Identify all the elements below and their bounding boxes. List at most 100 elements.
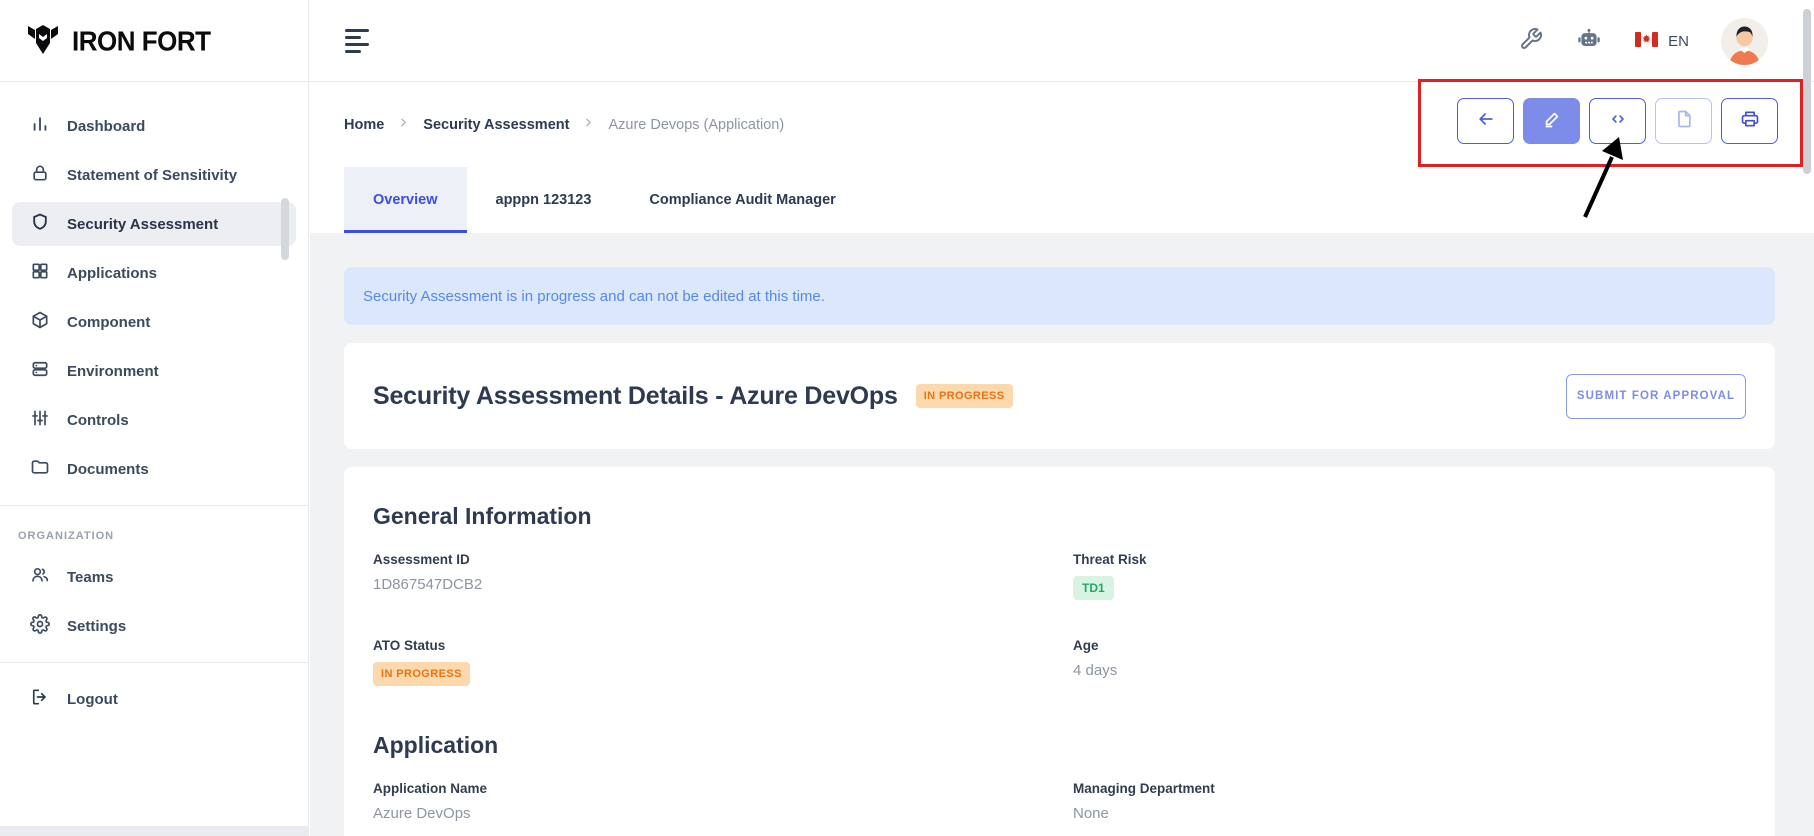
field-value: 1D867547DCB2 [373, 576, 1073, 593]
field-assessment-id: Assessment ID 1D867547DCB2 [373, 552, 1073, 600]
field-label: Age [1073, 638, 1746, 653]
sidebar-item-dashboard[interactable]: Dashboard [12, 104, 296, 148]
action-toolbar [1457, 98, 1778, 144]
pencil-icon [1542, 109, 1562, 134]
sidebar-item-label: Documents [67, 461, 149, 478]
language-label: EN [1668, 33, 1689, 50]
server-icon [30, 359, 50, 383]
print-button[interactable] [1721, 98, 1778, 144]
sidebar-item-label: Applications [67, 265, 157, 282]
sidebar-divider [0, 662, 308, 663]
sidebar-item-label: Statement of Sensitivity [67, 167, 237, 184]
field-managing-department: Managing Department None [1073, 781, 1746, 822]
logout-icon [30, 687, 50, 711]
field-ato-status: ATO Status IN PROGRESS [373, 638, 1073, 686]
header-actions: EN [1519, 0, 1768, 82]
sidebar-item-statement-of-sensitivity[interactable]: Statement of Sensitivity [12, 153, 296, 197]
app-root: IRON FORT [0, 0, 1814, 836]
chevron-right-icon [582, 116, 595, 133]
sidebar-item-component[interactable]: Component [12, 300, 296, 344]
gear-icon [30, 614, 50, 638]
ironfort-logo-icon [26, 21, 60, 62]
chevron-right-icon [397, 116, 410, 133]
breadcrumb-current-page: Azure Devops (Application) [608, 117, 784, 133]
breadcrumb-security-assessment[interactable]: Security Assessment [423, 117, 569, 133]
field-threat-risk: Threat Risk TD1 [1073, 552, 1746, 600]
breadcrumb-home[interactable]: Home [344, 117, 384, 133]
menu-toggle-icon[interactable] [345, 29, 371, 53]
field-application-name: Application Name Azure DevOps [373, 781, 1073, 822]
sidebar-item-label: Settings [67, 618, 126, 635]
bar-chart-icon [30, 114, 50, 138]
back-button[interactable] [1457, 98, 1514, 144]
sidebar-item-documents[interactable]: Documents [12, 447, 296, 491]
avatar[interactable] [1721, 18, 1768, 65]
sidebar-divider [0, 505, 308, 506]
sidebar-item-label: Environment [67, 363, 159, 380]
field-age: Age 4 days [1073, 638, 1746, 686]
printer-icon [1740, 109, 1760, 134]
threat-risk-badge: TD1 [1073, 576, 1114, 600]
details-title-card: Security Assessment Details - Azure DevO… [344, 343, 1775, 449]
sidebar-item-label: Component [67, 314, 150, 331]
sidebar: Dashboard Statement of Sensitivity Secur… [0, 82, 309, 836]
wrench-icon[interactable] [1519, 27, 1543, 56]
tab-compliance-audit-manager[interactable]: Compliance Audit Manager [620, 167, 864, 233]
info-banner: Security Assessment is in progress and c… [344, 267, 1775, 325]
cube-icon [30, 310, 50, 334]
sidebar-item-label: Logout [67, 691, 118, 708]
robot-icon[interactable] [1575, 25, 1603, 58]
application-section: Application Application Name Azure DevOp… [373, 732, 1746, 822]
field-label: Application Name [373, 781, 1073, 796]
field-label: Assessment ID [373, 552, 1073, 567]
top-header: IRON FORT [0, 0, 1814, 82]
sliders-icon [30, 408, 50, 432]
field-value: 4 days [1073, 662, 1746, 679]
folder-icon [30, 457, 50, 481]
sidebar-horizontal-scrollbar[interactable] [0, 826, 309, 836]
sidebar-item-teams[interactable]: Teams [12, 555, 296, 599]
application-heading: Application [373, 732, 1746, 759]
grid-icon [30, 261, 50, 285]
language-selector[interactable]: EN [1635, 32, 1689, 51]
sidebar-scrollbar-thumb[interactable] [281, 198, 289, 260]
main-area: Home Security Assessment Azure Devops (A… [310, 82, 1814, 836]
sidebar-item-controls[interactable]: Controls [12, 398, 296, 442]
field-label: ATO Status [373, 638, 1073, 653]
banner-text: Security Assessment is in progress and c… [363, 288, 825, 305]
brand-logo[interactable]: IRON FORT [0, 0, 309, 82]
users-icon [30, 565, 50, 589]
submit-for-approval-button[interactable]: SUBMIT FOR APPROVAL [1566, 374, 1746, 419]
field-value: Azure DevOps [373, 805, 1073, 822]
breadcrumb: Home Security Assessment Azure Devops (A… [344, 82, 784, 167]
edit-button[interactable] [1523, 98, 1580, 144]
sidebar-item-environment[interactable]: Environment [12, 349, 296, 393]
field-label: Threat Risk [1073, 552, 1746, 567]
field-value: None [1073, 805, 1746, 822]
tab-bar: Overview apppn 123123 Compliance Audit M… [310, 167, 1814, 233]
general-information-card: General Information Assessment ID 1D8675… [344, 467, 1775, 836]
page-title: Security Assessment Details - Azure DevO… [373, 382, 898, 411]
general-information-heading: General Information [373, 503, 1746, 530]
page-scrollbar-thumb[interactable] [1803, 9, 1811, 174]
shield-icon [30, 212, 50, 236]
code-icon [1608, 109, 1628, 134]
field-label: Managing Department [1073, 781, 1746, 796]
ato-status-badge: IN PROGRESS [373, 662, 470, 686]
tab-overview[interactable]: Overview [344, 167, 467, 233]
document-button[interactable] [1655, 98, 1712, 144]
sidebar-item-settings[interactable]: Settings [12, 604, 296, 648]
page-content: Security Assessment is in progress and c… [310, 233, 1814, 836]
sidebar-item-label: Teams [67, 569, 113, 586]
code-button[interactable] [1589, 98, 1646, 144]
arrow-left-icon [1476, 109, 1496, 134]
tab-apppn-123123[interactable]: apppn 123123 [467, 167, 621, 233]
canada-flag-icon [1635, 32, 1658, 51]
file-icon [1674, 109, 1694, 134]
sidebar-item-logout[interactable]: Logout [12, 677, 296, 721]
status-badge: IN PROGRESS [916, 384, 1013, 408]
sidebar-item-security-assessment[interactable]: Security Assessment [12, 202, 296, 246]
sidebar-section-organization: ORGANIZATION [0, 520, 308, 550]
sidebar-item-applications[interactable]: Applications [12, 251, 296, 295]
sidebar-item-label: Controls [67, 412, 129, 429]
